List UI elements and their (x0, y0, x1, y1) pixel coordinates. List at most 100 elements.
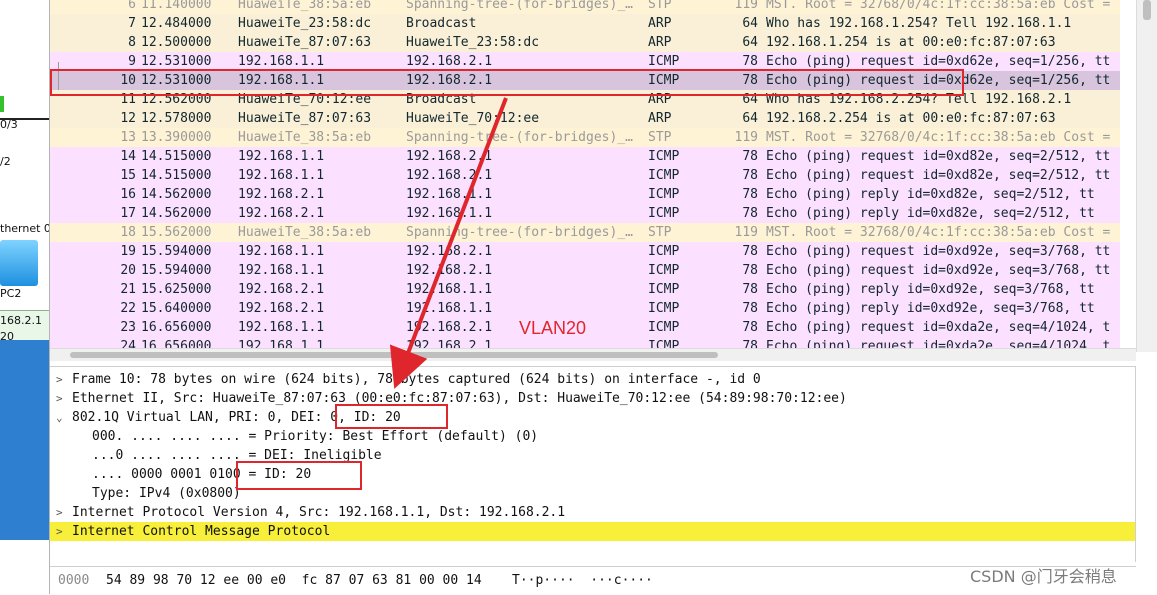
detail-tree-item[interactable]: > Frame 10: 78 bytes on wire (624 bits), … (50, 370, 1136, 389)
packet-protocol: STP (648, 225, 672, 240)
packet-number: 6 (128, 0, 136, 12)
packet-row[interactable]: 19 15.594000 192.168.1.1 192.168.2.1 ICMP 78 E… (50, 242, 1120, 261)
packet-info: Echo (ping) reply id=0xd92e, seq=3/768, … (766, 301, 1095, 316)
packet-destination: HuaweiTe_23:58:dc (406, 35, 540, 50)
packet-list-hscrollbar[interactable] (50, 348, 1136, 361)
detail-tree-item[interactable]: > Ethernet II, Src: HuaweiTe_87:07:63 (00… (50, 389, 1136, 408)
packet-number: 19 (120, 244, 136, 259)
packet-time: 15.625000 (141, 282, 212, 297)
detail-tree-item[interactable]: 000. .... .... .... = Priority: Best Eff… (50, 427, 1136, 446)
packet-row[interactable]: 18 15.562000 HuaweiTe_38:5a:eb Spanning-tre… (50, 223, 1120, 242)
detail-text: Internet Protocol Version 4, Src: 192.16… (72, 505, 566, 520)
packet-source: 192.168.1.1 (238, 149, 325, 164)
packet-row[interactable]: 16 14.562000 192.168.2.1 192.168.1.1 ICMP 78 E… (50, 185, 1120, 204)
packet-time: 15.640000 (141, 301, 212, 316)
packet-row[interactable]: 17 14.562000 192.168.2.1 192.168.1.1 ICMP 78 E… (50, 204, 1120, 223)
packet-info: 192.168.1.254 is at 00:e0:fc:87:07:63 (766, 35, 1056, 50)
packet-protocol: STP (648, 0, 672, 12)
ascii-bytes[interactable]: T··p···· ···c···· (512, 573, 653, 588)
packet-length: 78 (742, 263, 758, 278)
packet-protocol: ICMP (648, 187, 680, 202)
packet-destination: Broadcast (406, 16, 477, 31)
detail-tree-item[interactable]: ...0 .... .... .... = DEI: Ineligible (50, 446, 1136, 465)
packet-protocol: ICMP (648, 149, 680, 164)
packet-number: 14 (120, 149, 136, 164)
packet-info: MST. Root = 32768/0/4c:1f:cc:38:5a:eb Co… (766, 225, 1111, 240)
packet-number: 24 (120, 339, 136, 348)
packet-destination: 192.168.1.1 (406, 301, 493, 316)
expand-chevron-icon[interactable]: > (56, 522, 63, 541)
packet-row[interactable]: 20 15.594000 192.168.1.1 192.168.2.1 ICMP 78 E… (50, 261, 1120, 280)
packet-number: 7 (128, 16, 136, 31)
expand-chevron-icon[interactable]: > (56, 389, 63, 408)
packet-length: 78 (742, 339, 758, 348)
scroll-thumb[interactable] (1143, 0, 1151, 20)
packet-protocol: ICMP (648, 282, 680, 297)
packet-row[interactable]: 15 14.515000 192.168.1.1 192.168.2.1 ICMP 78 E… (50, 166, 1120, 185)
packet-protocol: ARP (648, 111, 672, 126)
byte-offset: 0000 (58, 573, 90, 588)
packet-protocol: ICMP (648, 168, 680, 183)
packet-length: 78 (742, 244, 758, 259)
detail-tree-item[interactable]: .... 0000 0001 0100 = ID: 20 (50, 465, 1136, 484)
packet-row[interactable]: 8 12.500000 HuaweiTe_87:07:63 HuaweiTe_23:5… (50, 33, 1120, 52)
ip-label: 168.2.1 (0, 314, 42, 327)
detail-text: Internet Control Message Protocol (72, 524, 331, 539)
packet-row[interactable]: 14 14.515000 192.168.1.1 192.168.2.1 ICMP 78 E… (50, 147, 1120, 166)
packet-number: 18 (120, 225, 136, 240)
packet-info: Echo (ping) request id=0xd82e, seq=2/512… (766, 149, 1111, 164)
interface-label: thernet 0/0 (0, 222, 49, 235)
packet-info: Echo (ping) request id=0xda2e, seq=4/102… (766, 339, 1111, 348)
detail-tree-item[interactable]: > Internet Control Message Protocol (50, 522, 1136, 541)
packet-protocol: ICMP (648, 244, 680, 259)
packet-length: 78 (742, 206, 758, 221)
expand-chevron-icon[interactable]: ⌄ (56, 408, 63, 427)
packet-row[interactable]: 6 11.140000 HuaweiTe_38:5a:eb Spanning-tree… (50, 0, 1120, 14)
packet-destination: 192.168.1.1 (406, 206, 493, 221)
detail-text: 000. .... .... .... = Priority: Best Eff… (92, 429, 539, 444)
packet-info: MST. Root = 32768/0/4c:1f:cc:38:5a:eb Co… (766, 130, 1111, 145)
packet-row[interactable]: 12 12.578000 HuaweiTe_87:07:63 HuaweiTe_70:… (50, 109, 1120, 128)
packet-time: 15.562000 (141, 225, 212, 240)
packet-info: Echo (ping) request id=0xd92e, seq=3/768… (766, 244, 1111, 259)
packet-protocol: ICMP (648, 263, 680, 278)
packet-details-tree[interactable]: > Frame 10: 78 bytes on wire (624 bits), … (50, 366, 1136, 563)
packet-source: HuaweiTe_38:5a:eb (238, 130, 372, 145)
port-label: 0/3 (0, 118, 18, 131)
packet-length: 119 (734, 0, 758, 12)
packet-destination: 192.168.1.1 (406, 187, 493, 202)
packet-info: 192.168.2.254 is at 00:e0:fc:87:07:63 (766, 111, 1056, 126)
packet-length: 78 (742, 301, 758, 316)
packet-source: 192.168.2.1 (238, 301, 325, 316)
expand-chevron-icon[interactable]: > (56, 370, 63, 389)
packet-info: Echo (ping) request id=0xda2e, seq=4/102… (766, 320, 1111, 335)
packet-source: 192.168.2.1 (238, 282, 325, 297)
packet-info: Echo (ping) reply id=0xd82e, seq=2/512, … (766, 206, 1095, 221)
packet-number: 21 (120, 282, 136, 297)
pc-icon[interactable] (0, 240, 38, 286)
packet-destination: 192.168.2.1 (406, 168, 493, 183)
packet-row[interactable]: 7 12.484000 HuaweiTe_23:58:dc Broadcast ARP 6… (50, 14, 1120, 33)
packet-list[interactable]: 6 11.140000 HuaweiTe_38:5a:eb Spanning-tree… (50, 0, 1136, 348)
device-label: PC2 (0, 287, 22, 300)
packet-row[interactable]: 22 15.640000 192.168.2.1 192.168.1.1 ICMP 78 E… (50, 299, 1120, 318)
packet-time: 13.390000 (141, 130, 212, 145)
expand-chevron-icon[interactable]: > (56, 503, 63, 522)
packet-row[interactable]: 13 13.390000 HuaweiTe_38:5a:eb Spanning-tre… (50, 128, 1120, 147)
packet-time: 16.656000 (141, 339, 212, 348)
detail-tree-item[interactable]: > Internet Protocol Version 4, Src: 192.1… (50, 503, 1136, 522)
packet-source: HuaweiTe_87:07:63 (238, 111, 372, 126)
packet-row[interactable]: 21 15.625000 192.168.2.1 192.168.1.1 ICMP 78 E… (50, 280, 1120, 299)
port-label: /2 (0, 155, 11, 168)
detail-tree-item[interactable]: ⌄ 802.1Q Virtual LAN, PRI: 0, DEI: 0, ID:… (50, 408, 1136, 427)
packet-list-vscrollbar[interactable] (1136, 0, 1157, 352)
packet-source: 192.168.1.1 (238, 168, 325, 183)
detail-tree-item[interactable]: Type: IPv4 (0x0800) (50, 484, 1136, 503)
packet-source: 192.168.1.1 (238, 244, 325, 259)
packet-source: 192.168.1.1 (238, 263, 325, 278)
hex-bytes[interactable]: 54 89 98 70 12 ee 00 e0 fc 87 07 63 81 0… (106, 573, 482, 588)
packet-time: 14.515000 (141, 168, 212, 183)
packet-time: 11.140000 (141, 0, 212, 12)
packet-destination: HuaweiTe_70:12:ee (406, 111, 540, 126)
scroll-thumb[interactable] (70, 352, 718, 358)
